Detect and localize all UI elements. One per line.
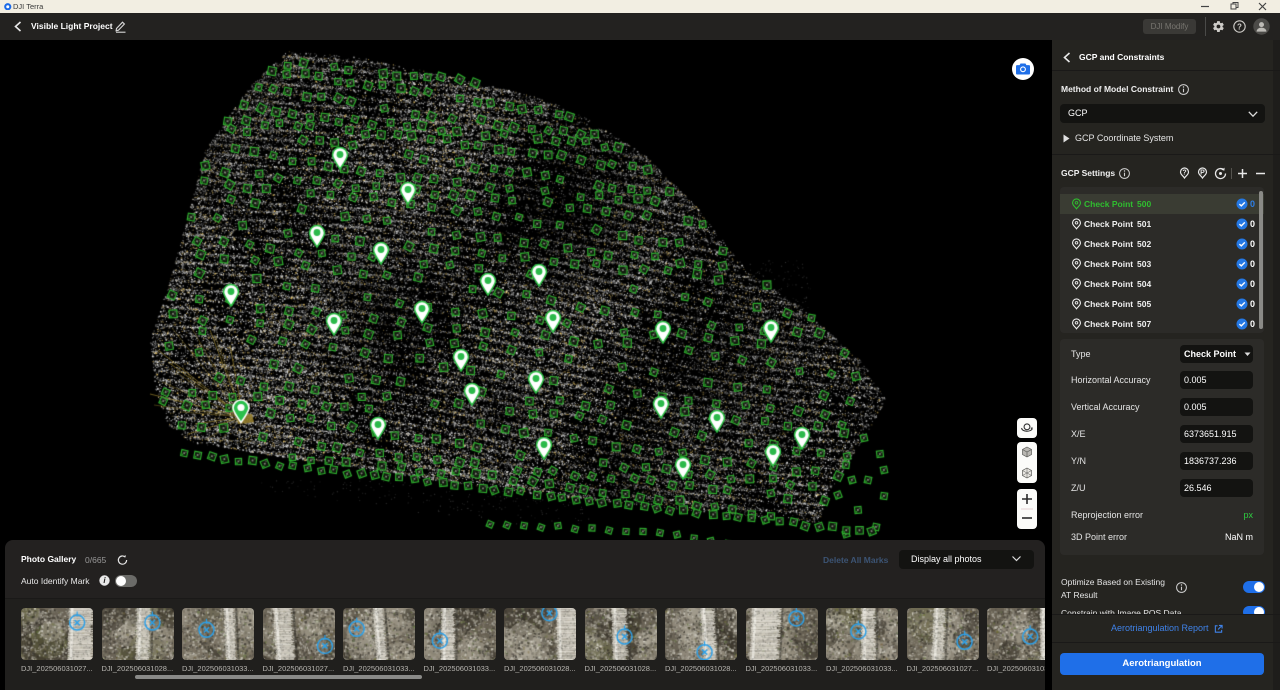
svg-text:P: P [1200, 170, 1205, 177]
svg-text:?: ? [1237, 22, 1242, 31]
svg-text:?: ? [1182, 170, 1186, 177]
